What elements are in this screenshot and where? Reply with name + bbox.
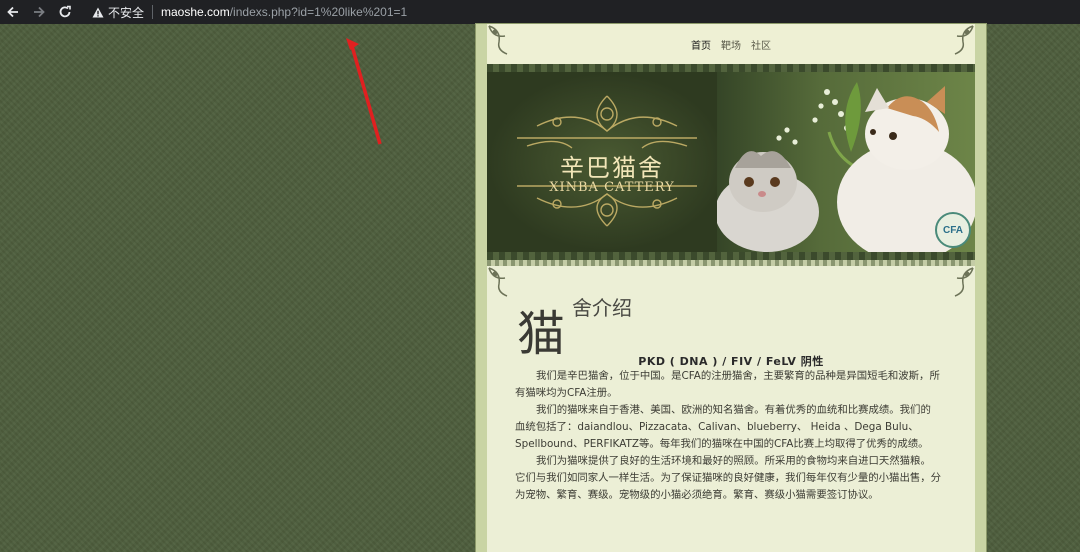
health-heading: PKD ( DNA ) / FIV / FeLV 阴性 (638, 355, 824, 368)
banner-border (487, 252, 975, 260)
page-column: 首页 靶场 社区 辛巴猫舍 XINBA CATTERY CFA 猫 舍介绍 PK… (476, 24, 986, 552)
banner-title-en: XINBA CATTERY (549, 180, 675, 195)
corner-ornament-icon (954, 267, 974, 297)
nav-link-home[interactable]: 首页 (691, 37, 711, 52)
address-separator (152, 5, 154, 19)
url-path: /indexs.php?id=1%20like%201=1 (229, 5, 408, 19)
insecure-label: 不安全 (108, 5, 145, 20)
banner-border (487, 64, 975, 72)
nav-link-range[interactable]: 靶场 (721, 37, 741, 52)
page-inner: 首页 靶场 社区 辛巴猫舍 XINBA CATTERY CFA 猫 舍介绍 PK… (487, 24, 975, 552)
intro-paragraph: 我们是辛巴猫舍，位于中国。是CFA的注册猫舍，主要繁育的品种是异国短毛和波斯，所… (515, 370, 940, 399)
nav-link-community[interactable]: 社区 (751, 37, 771, 52)
address-bar[interactable]: 不安全 maoshe.com/indexs.php?id=1%20like%20… (84, 4, 407, 21)
corner-ornament-icon (488, 25, 508, 55)
warning-icon[interactable] (92, 7, 104, 18)
frame-border (487, 260, 975, 266)
forward-button[interactable] (26, 0, 52, 24)
intro-paragraph: 我们的猫咪来自于香港、美国、欧洲的知名猫舍。有着优秀的血统和比赛成绩。我们的血统… (515, 404, 931, 450)
intro-paragraph: 我们为猫咪提供了良好的生活环境和最好的照顾。所采用的食物均来自进口天然猫粮。它们… (515, 455, 942, 501)
content-section: 猫 舍介绍 PKD ( DNA ) / FIV / FeLV 阴性 我们是辛巴猫… (487, 260, 975, 552)
browser-toolbar: 不安全 maoshe.com/indexs.php?id=1%20like%20… (0, 0, 1080, 24)
corner-ornament-icon (954, 25, 974, 55)
banner-logo-area: 辛巴猫舍 XINBA CATTERY (487, 72, 727, 252)
arrow-left-icon (7, 6, 18, 18)
cfa-badge: CFA (935, 212, 971, 248)
intro-text: 我们是辛巴猫舍，位于中国。是CFA的注册猫舍，主要繁育的品种是异国短毛和波斯，所… (515, 368, 941, 504)
annotation-arrow-icon (346, 38, 382, 145)
reload-button[interactable] (52, 0, 78, 24)
section-title-rest: 舍介绍 (572, 296, 632, 320)
top-navigation: 首页 靶场 社区 (487, 24, 975, 64)
reload-icon (59, 5, 71, 18)
corner-ornament-icon (488, 267, 508, 297)
banner: 辛巴猫舍 XINBA CATTERY CFA (487, 64, 975, 260)
url-host: maoshe.com (161, 5, 230, 19)
back-button[interactable] (0, 0, 26, 24)
banner-title-cn: 辛巴猫舍 (560, 154, 664, 182)
arrow-right-icon (34, 6, 45, 18)
